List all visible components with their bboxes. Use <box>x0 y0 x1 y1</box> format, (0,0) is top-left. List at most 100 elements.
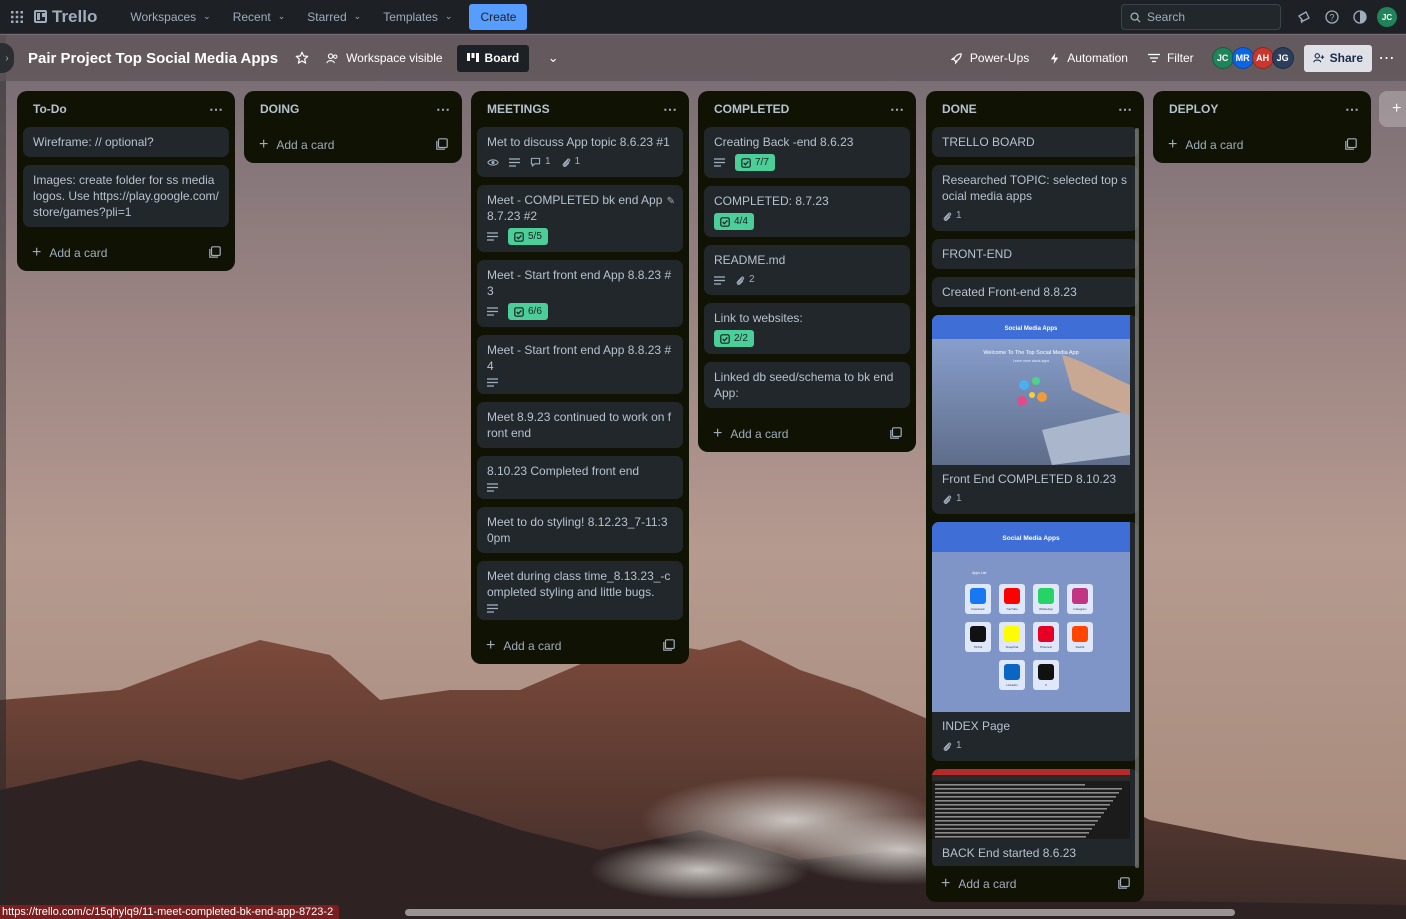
card[interactable]: Meet - COMPLETED bk end App 8.7.23 #2 ✎ 5/… <box>477 185 683 252</box>
nav-recent[interactable]: Recent ⌄ <box>222 3 297 31</box>
paperclip-icon <box>943 742 952 751</box>
automation-label: Automation <box>1067 51 1128 65</box>
automation-button[interactable]: Automation <box>1039 44 1138 72</box>
card-title: Created Front-end 8.8.23 <box>942 285 1077 299</box>
card[interactable]: Meet to do styling! 8.12.23_7-11:30pm <box>477 507 683 553</box>
card[interactable]: Meet during class time_8.13.23_-complete… <box>477 561 683 620</box>
visibility-button[interactable]: Workspace visible <box>316 44 452 72</box>
card-template-icon[interactable] <box>890 426 902 442</box>
search-icon <box>1130 11 1141 23</box>
nav-starred[interactable]: Starred ⌄ <box>296 3 372 31</box>
card[interactable]: Wireframe: // optional? <box>23 127 229 157</box>
add-card-button[interactable]: + Add a card <box>32 244 107 262</box>
card[interactable]: Meet - Start front end App 8.8.23 #3 6/6 <box>477 260 683 327</box>
search-input[interactable]: Search <box>1121 4 1281 30</box>
list-menu-icon[interactable]: ⋯ <box>890 101 905 118</box>
notifications-button[interactable] <box>1290 3 1318 31</box>
list-header[interactable]: DEPLOY ⋯ <box>1153 91 1371 127</box>
plus-icon: + <box>941 875 951 892</box>
card[interactable]: Met to discuss App topic 8.6.23 #1 1 1 <box>477 127 683 177</box>
card-title: Meet - Start front end App 8.8.23 #3 <box>487 268 672 298</box>
card-badges: 2/2 <box>714 330 900 347</box>
board-menu-button[interactable]: ⋯ <box>1372 48 1402 68</box>
add-card-button[interactable]: + Add a card <box>941 875 1016 893</box>
list-header[interactable]: To-Do ⋯ <box>17 91 235 127</box>
card[interactable]: Linked db seed/schema to bk end App: <box>704 362 910 408</box>
card[interactable]: Created Front-end 8.8.23 <box>932 277 1138 307</box>
attachments-count: 1 <box>956 493 962 504</box>
list-header[interactable]: DOING ⋯ <box>244 91 462 127</box>
card-template-icon[interactable] <box>209 245 221 261</box>
board-horizontal-scrollbar[interactable] <box>405 909 1235 916</box>
plus-icon: + <box>713 425 723 442</box>
nav-recent-label: Recent <box>232 9 271 24</box>
list-header[interactable]: COMPLETED ⋯ <box>698 91 916 127</box>
card-title: TRELLO BOARD <box>942 135 1035 149</box>
done-list-scrollbar[interactable] <box>1135 128 1139 868</box>
list-title[interactable]: DOING <box>260 102 299 116</box>
list-title[interactable]: DONE <box>942 102 977 116</box>
help-button[interactable]: ? <box>1318 3 1346 31</box>
card[interactable]: 8.10.23 Completed front end <box>477 456 683 499</box>
list-header[interactable]: MEETINGS ⋯ <box>471 91 689 127</box>
member-avatar[interactable]: JC <box>1211 47 1234 69</box>
share-button[interactable]: Share <box>1303 44 1372 72</box>
add-card-button[interactable]: + Add a card <box>259 136 334 154</box>
card[interactable]: FRONT-END <box>932 239 1138 269</box>
card[interactable]: Creating Back -end 8.6.23 7/7 <box>704 127 910 178</box>
nav-workspaces[interactable]: Workspaces ⌄ <box>119 3 221 31</box>
board-view-button[interactable]: Board <box>456 44 530 72</box>
add-list-button[interactable]: + <box>1379 91 1406 127</box>
account-avatar[interactable]: JC <box>1377 7 1397 27</box>
card[interactable]: COMPLETED: 8.7.23 4/4 <box>704 186 910 237</box>
app-switcher-icon[interactable] <box>4 4 30 30</box>
plus-icon: + <box>1168 136 1178 153</box>
member-avatar[interactable]: JG <box>1271 47 1294 69</box>
add-card-button[interactable]: + Add a card <box>713 425 788 443</box>
list-menu-icon[interactable]: ⋯ <box>1345 101 1360 118</box>
list-title[interactable]: COMPLETED <box>714 102 789 116</box>
star-board-button[interactable] <box>288 44 316 72</box>
create-button[interactable]: Create <box>469 3 528 30</box>
list-header[interactable]: DONE ⋯ <box>926 91 1144 127</box>
card-template-icon[interactable] <box>1118 876 1130 892</box>
card[interactable]: Social Media Apps Welcome To The Top Soci… <box>932 315 1138 514</box>
theme-toggle-button[interactable] <box>1346 3 1374 31</box>
add-card-button[interactable]: + Add a card <box>486 637 561 655</box>
member-avatar[interactable]: MR <box>1231 47 1254 69</box>
nav-templates[interactable]: Templates ⌄ <box>372 3 463 31</box>
card-cover-image: Social Media Apps Apps List Facebook YouTub… <box>932 522 1130 712</box>
powerups-button[interactable]: Power-Ups <box>940 44 1039 72</box>
card[interactable]: Images: create folder for ss media logos… <box>23 165 229 227</box>
add-card-button[interactable]: + Add a card <box>1168 136 1243 154</box>
list-menu-icon[interactable]: ⋯ <box>436 101 451 118</box>
card[interactable]: Social Media Apps Apps List Facebook YouTub… <box>932 522 1138 761</box>
list-menu-icon[interactable]: ⋯ <box>209 101 224 118</box>
card[interactable]: Meet 8.9.23 continued to work on front e… <box>477 402 683 448</box>
card[interactable]: Researched TOPIC: selected top social me… <box>932 165 1138 231</box>
board-title[interactable]: Pair Project Top Social Media Apps <box>28 50 278 67</box>
list-title[interactable]: DEPLOY <box>1169 102 1218 116</box>
card-badges: 6/6 <box>487 303 673 320</box>
edit-pencil-icon[interactable]: ✎ <box>667 194 675 210</box>
list-title[interactable]: MEETINGS <box>487 102 550 116</box>
member-avatar[interactable]: AH <box>1251 47 1274 69</box>
views-dropdown-button[interactable]: ⌄ <box>539 44 567 72</box>
card[interactable]: README.md 2 <box>704 245 910 295</box>
cover-header-text: Social Media Apps <box>1005 326 1058 332</box>
card-template-icon[interactable] <box>1345 137 1357 153</box>
card[interactable]: TRELLO BOARD <box>932 127 1138 157</box>
sidebar-expand-button[interactable]: › <box>0 43 14 73</box>
card-template-icon[interactable] <box>436 137 448 153</box>
card-template-icon[interactable] <box>663 638 675 654</box>
list-menu-icon[interactable]: ⋯ <box>663 101 678 118</box>
card[interactable]: BACK End started 8.6.23 <box>932 769 1138 866</box>
card[interactable]: Meet - Start front end App 8.8.23 #4 <box>477 335 683 394</box>
paperclip-icon <box>943 212 952 221</box>
trello-logo[interactable]: Trello <box>34 7 97 27</box>
list-menu-icon[interactable]: ⋯ <box>1118 101 1133 118</box>
list-title[interactable]: To-Do <box>33 102 67 116</box>
card[interactable]: Link to websites: 2/2 <box>704 303 910 354</box>
filter-button[interactable]: Filter <box>1138 44 1204 72</box>
attachments-badge: 1 <box>942 491 962 507</box>
